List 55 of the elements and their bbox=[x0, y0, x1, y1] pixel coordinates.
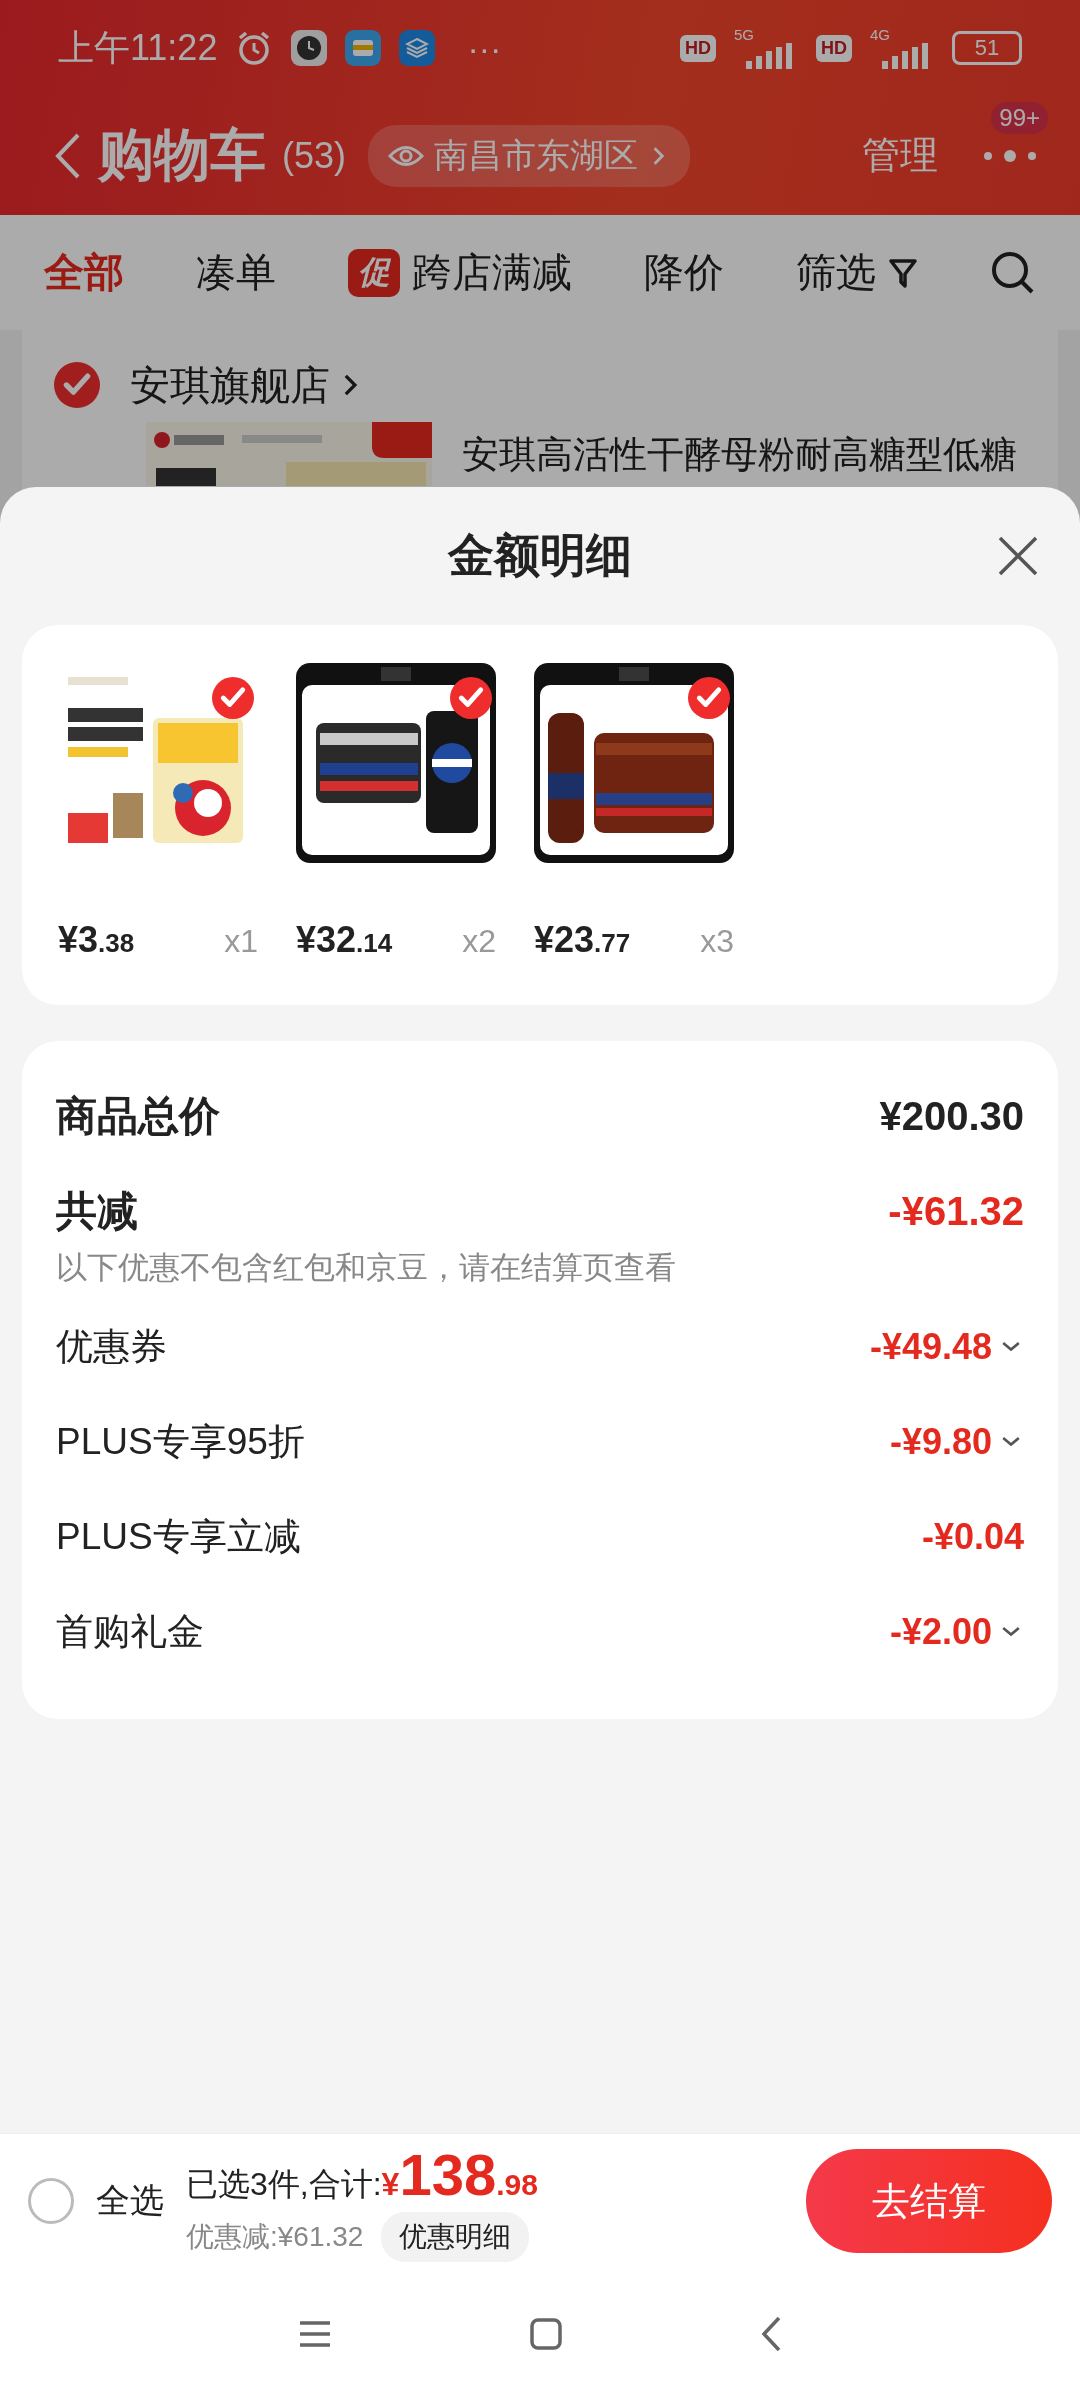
item-quantity: x1 bbox=[224, 923, 258, 960]
more-notifications-icon: ··· bbox=[467, 28, 502, 68]
home-icon[interactable] bbox=[529, 2317, 563, 2351]
discount-label: 优惠券 bbox=[56, 1324, 167, 1369]
menu-icon[interactable] bbox=[298, 2320, 333, 2348]
product-title[interactable]: 安琪高活性干酵母粉耐高糖型低糖 bbox=[462, 432, 1017, 478]
discount-amount: -¥9.80 bbox=[889, 1420, 992, 1463]
reduction-label: 共减 bbox=[56, 1187, 138, 1236]
discount-label: PLUS专享立减 bbox=[56, 1514, 301, 1559]
item-checkbox[interactable] bbox=[688, 677, 730, 719]
checkout-button[interactable]: 去结算 bbox=[806, 2149, 1052, 2253]
item-price: ¥23.77 bbox=[534, 919, 631, 961]
store-link[interactable]: 安琪旗舰店 bbox=[130, 357, 364, 413]
discount-label: 首购礼金 bbox=[56, 1609, 204, 1654]
item-checkbox[interactable] bbox=[450, 677, 492, 719]
store-checkbox[interactable] bbox=[54, 362, 100, 408]
filter-tab[interactable]: 促 跨店满减 bbox=[348, 245, 572, 300]
filter-tab[interactable]: 凑单 bbox=[196, 245, 276, 300]
back-icon[interactable] bbox=[759, 2315, 782, 2353]
filter-tab[interactable]: 全部 bbox=[44, 245, 124, 300]
status-time: 上午11:22 bbox=[58, 25, 218, 70]
sheet-title: 金额明细 bbox=[448, 528, 632, 583]
network-label: 4G bbox=[870, 27, 890, 43]
clock-app-icon bbox=[291, 30, 328, 66]
hd-indicator: HD bbox=[680, 34, 716, 62]
network-label: 5G bbox=[734, 27, 754, 43]
hd-indicator: HD bbox=[816, 34, 852, 62]
layers-app-icon bbox=[399, 30, 436, 66]
select-all-checkbox[interactable]: 全选 bbox=[28, 2178, 164, 2224]
discount-label: PLUS专享95折 bbox=[56, 1419, 305, 1464]
reduction-note: 以下优惠不包含红包和京豆，请在结算页查看 bbox=[56, 1249, 677, 1287]
saving-amount: 优惠减:¥61.32 bbox=[186, 2219, 364, 2254]
battery-indicator: 51 bbox=[952, 31, 1022, 65]
promo-tag: 促 bbox=[348, 248, 400, 297]
item-quantity: x2 bbox=[462, 923, 496, 960]
wallet-app-icon bbox=[345, 30, 382, 66]
discount-amount: -¥0.04 bbox=[921, 1515, 1024, 1558]
item-quantity: x3 bbox=[700, 923, 734, 960]
filter-tab[interactable]: 筛选 bbox=[796, 245, 918, 300]
search-icon[interactable] bbox=[990, 249, 1036, 296]
page-title: 购物车 bbox=[98, 121, 266, 188]
filter-tab[interactable]: 降价 bbox=[644, 245, 724, 300]
close-icon[interactable] bbox=[996, 534, 1040, 578]
item-price: ¥3.38 bbox=[58, 919, 135, 961]
item-price: ¥32.14 bbox=[296, 919, 393, 961]
total-amount: ¥200.30 bbox=[879, 1094, 1024, 1139]
reduction-amount: -¥61.32 bbox=[888, 1189, 1024, 1234]
discount-amount: -¥49.48 bbox=[869, 1325, 992, 1368]
cart-count: (53) bbox=[282, 134, 347, 177]
item-checkbox[interactable] bbox=[212, 677, 254, 719]
notification-badge: 99+ bbox=[991, 101, 1048, 134]
discount-detail-button[interactable]: 优惠明细 bbox=[381, 2211, 530, 2262]
total-label: 商品总价 bbox=[56, 1092, 220, 1141]
order-total: 已选3件,合计:¥138.98 bbox=[186, 2140, 538, 2208]
discount-amount: -¥2.00 bbox=[889, 1610, 992, 1653]
